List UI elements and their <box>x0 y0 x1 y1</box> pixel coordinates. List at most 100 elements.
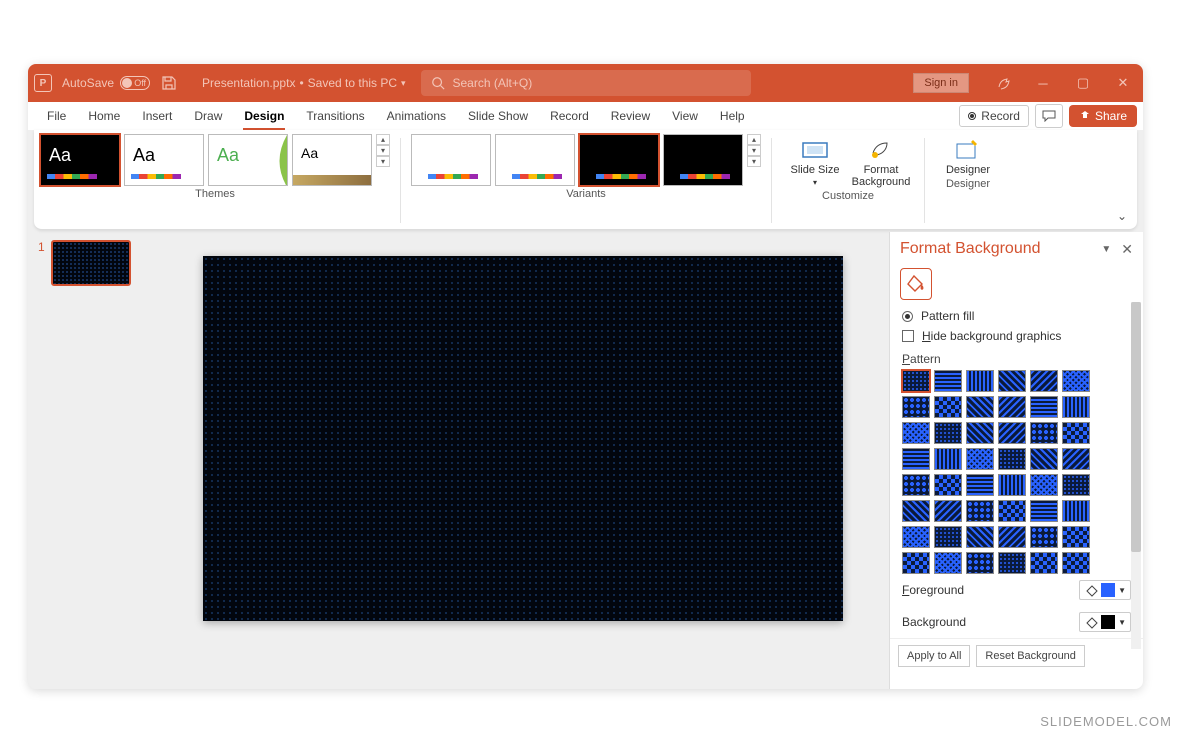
pattern-swatch[interactable] <box>998 370 1026 392</box>
pattern-swatch[interactable] <box>902 396 930 418</box>
document-title[interactable]: Presentation.pptx • Saved to this PC ▾ <box>202 76 406 90</box>
variants-more[interactable]: ▴▾▾ <box>747 134 761 167</box>
fill-tab-icon[interactable] <box>900 268 932 300</box>
tab-slideshow[interactable]: Slide Show <box>457 102 539 130</box>
maximize-button[interactable]: ▢ <box>1063 64 1103 102</box>
pattern-swatch[interactable] <box>1062 526 1090 548</box>
pattern-swatch[interactable] <box>934 422 962 444</box>
scroll-thumb[interactable] <box>1131 302 1141 552</box>
pattern-swatch[interactable] <box>902 500 930 522</box>
record-button[interactable]: Record <box>959 105 1029 127</box>
tab-file[interactable]: File <box>36 102 77 130</box>
hide-graphics-checkbox[interactable]: HHide background graphicside background … <box>890 326 1143 346</box>
pattern-swatch[interactable] <box>998 500 1026 522</box>
pattern-swatch[interactable] <box>1030 474 1058 496</box>
background-color-button[interactable]: ▼ <box>1079 612 1131 632</box>
variant-thumb-3[interactable] <box>579 134 659 186</box>
tab-home[interactable]: Home <box>77 102 131 130</box>
thumb-1[interactable]: 1 <box>38 240 146 286</box>
pattern-swatch[interactable] <box>934 552 962 574</box>
theme-thumb-3[interactable]: Aa <box>208 134 288 186</box>
pattern-swatch[interactable] <box>902 474 930 496</box>
pattern-swatch[interactable] <box>1030 396 1058 418</box>
comments-button[interactable] <box>1035 104 1063 128</box>
tab-transitions[interactable]: Transitions <box>295 102 375 130</box>
pattern-swatch[interactable] <box>966 448 994 470</box>
pattern-swatch[interactable] <box>934 448 962 470</box>
pattern-swatch[interactable] <box>966 526 994 548</box>
pattern-swatch[interactable] <box>1030 500 1058 522</box>
tab-insert[interactable]: Insert <box>131 102 183 130</box>
pattern-swatch[interactable] <box>902 448 930 470</box>
tab-draw[interactable]: Draw <box>183 102 233 130</box>
pattern-swatch[interactable] <box>934 526 962 548</box>
pattern-swatch[interactable] <box>1030 526 1058 548</box>
pattern-swatch[interactable] <box>934 370 962 392</box>
pattern-swatch[interactable] <box>1062 474 1090 496</box>
pattern-swatch[interactable] <box>1062 500 1090 522</box>
pattern-fill-radio[interactable]: Pattern fill <box>890 306 1143 326</box>
pattern-swatch[interactable] <box>998 552 1026 574</box>
pattern-swatch[interactable] <box>902 552 930 574</box>
current-slide[interactable] <box>203 256 843 621</box>
designer-button[interactable]: Designer <box>935 134 1001 176</box>
pattern-swatch[interactable] <box>998 526 1026 548</box>
tab-help[interactable]: Help <box>709 102 756 130</box>
autosave-toggle[interactable]: AutoSave Off <box>62 76 150 90</box>
signin-button[interactable]: Sign in <box>913 73 969 93</box>
pattern-swatch[interactable] <box>966 370 994 392</box>
pattern-swatch[interactable] <box>998 474 1026 496</box>
pattern-swatch[interactable] <box>934 500 962 522</box>
pattern-swatch[interactable] <box>934 474 962 496</box>
search-box[interactable]: Search (Alt+Q) <box>421 70 751 96</box>
pattern-swatch[interactable] <box>1030 422 1058 444</box>
pattern-swatch[interactable] <box>1030 448 1058 470</box>
pattern-swatch[interactable] <box>998 396 1026 418</box>
slide-size-button[interactable]: Slide Size▾ <box>782 134 848 188</box>
pane-options-icon[interactable]: ▼ <box>1101 244 1111 255</box>
ribbon-collapse-icon[interactable]: ⌄ <box>1117 209 1127 223</box>
variant-thumb-2[interactable] <box>495 134 575 186</box>
save-icon[interactable] <box>160 74 178 92</box>
share-button[interactable]: Share <box>1069 105 1137 127</box>
pattern-swatch[interactable] <box>966 396 994 418</box>
variant-thumb-4[interactable] <box>663 134 743 186</box>
pattern-swatch[interactable] <box>966 500 994 522</box>
pattern-swatch[interactable] <box>902 370 930 392</box>
variant-thumb-1[interactable] <box>411 134 491 186</box>
toggle-switch[interactable]: Off <box>120 76 150 90</box>
pattern-swatch[interactable] <box>902 526 930 548</box>
tab-animations[interactable]: Animations <box>376 102 457 130</box>
pattern-swatch[interactable] <box>998 422 1026 444</box>
pattern-swatch[interactable] <box>934 396 962 418</box>
tab-review[interactable]: Review <box>600 102 661 130</box>
coming-soon-icon[interactable] <box>983 64 1023 102</box>
theme-thumb-4[interactable]: Aa <box>292 134 372 186</box>
tab-record[interactable]: Record <box>539 102 600 130</box>
apply-all-button[interactable]: Apply to All <box>898 645 970 667</box>
tab-design[interactable]: Design <box>233 102 295 130</box>
close-button[interactable]: ✕ <box>1103 64 1143 102</box>
pattern-swatch[interactable] <box>1062 552 1090 574</box>
theme-thumb-1[interactable]: Aa <box>40 134 120 186</box>
theme-thumb-2[interactable]: Aa <box>124 134 204 186</box>
themes-more[interactable]: ▴▾▾ <box>376 134 390 167</box>
slide-canvas[interactable] <box>156 232 889 689</box>
minimize-button[interactable]: ─ <box>1023 64 1063 102</box>
pattern-swatch[interactable] <box>1062 422 1090 444</box>
pattern-swatch[interactable] <box>1062 448 1090 470</box>
pattern-swatch[interactable] <box>966 422 994 444</box>
pattern-swatch[interactable] <box>1030 370 1058 392</box>
pane-close-button[interactable]: ✕ <box>1121 241 1133 258</box>
pattern-swatch[interactable] <box>1062 370 1090 392</box>
foreground-color-button[interactable]: ▼ <box>1079 580 1131 600</box>
pattern-swatch[interactable] <box>1062 396 1090 418</box>
pattern-swatch[interactable] <box>966 552 994 574</box>
pattern-swatch[interactable] <box>998 448 1026 470</box>
pane-scrollbar[interactable] <box>1131 302 1141 649</box>
format-background-button[interactable]: Format Background <box>848 134 914 188</box>
tab-view[interactable]: View <box>661 102 709 130</box>
pattern-swatch[interactable] <box>966 474 994 496</box>
pattern-swatch[interactable] <box>1030 552 1058 574</box>
pattern-swatch[interactable] <box>902 422 930 444</box>
